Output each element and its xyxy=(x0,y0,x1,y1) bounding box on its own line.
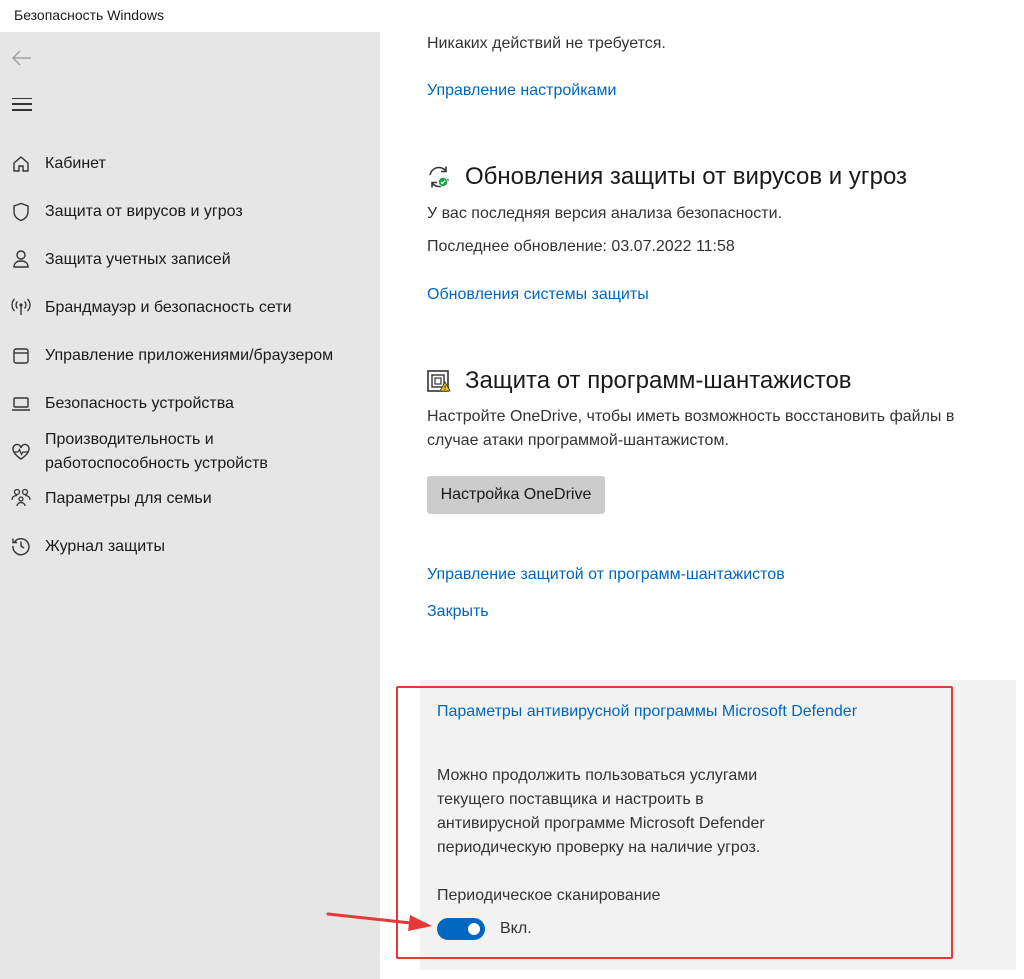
setup-onedrive-button[interactable]: Настройка OneDrive xyxy=(427,476,605,514)
sidebar-item-label-line1: Производительность и xyxy=(45,431,214,448)
main-content: Никаких действий не требуется. Управлени… xyxy=(380,32,1024,979)
status-text: Никаких действий не требуется. xyxy=(427,35,666,52)
laptop-icon xyxy=(10,393,32,415)
sidebar-item-label: Управление приложениями/браузером xyxy=(45,347,334,364)
shield-icon xyxy=(10,201,32,223)
wifi-antenna-icon xyxy=(10,296,32,318)
history-icon xyxy=(10,535,32,557)
updates-last-update: Последнее обновление: 03.07.2022 11:58 xyxy=(427,238,735,255)
updates-line1: У вас последняя версия анализа безопасно… xyxy=(427,205,783,222)
sidebar-item-firewall[interactable]: Брандмауэр и безопасность сети xyxy=(0,296,380,320)
update-sync-icon xyxy=(429,166,449,188)
defender-desc-line3: антивирусной программе Microsoft Defende… xyxy=(437,815,765,832)
app-window-icon xyxy=(10,345,32,367)
ransomware-heading: Защита от программ-шантажистов xyxy=(465,367,852,394)
protection-updates-link[interactable]: Обновления системы защиты xyxy=(427,284,649,306)
hamburger-icon xyxy=(12,97,32,111)
sidebar-item-label: Кабинет xyxy=(45,155,106,172)
sidebar-item-device-performance[interactable]: Производительность и работоспособность у… xyxy=(0,428,380,476)
menu-button[interactable] xyxy=(8,90,36,118)
sidebar-item-label: Защита учетных записей xyxy=(45,251,231,268)
sidebar-item-label-line2: работоспособность устройств xyxy=(45,455,268,472)
home-icon xyxy=(10,153,32,175)
back-button[interactable] xyxy=(8,44,36,72)
sidebar-item-label: Защита от вирусов и угроз xyxy=(45,203,243,220)
family-icon xyxy=(10,487,32,509)
window-title: Безопасность Windows xyxy=(14,7,164,23)
sidebar-item-app-browser[interactable]: Управление приложениями/браузером xyxy=(0,344,380,368)
back-arrow-icon xyxy=(12,50,31,66)
sidebar-item-protection-history[interactable]: Журнал защиты xyxy=(0,535,380,559)
defender-desc-line1: Можно продолжить пользоваться услугами xyxy=(437,767,758,784)
sidebar-item-account-protection[interactable]: Защита учетных записей xyxy=(0,248,380,272)
manage-ransomware-link[interactable]: Управление защитой от программ-шантажист… xyxy=(427,564,785,586)
close-link[interactable]: Закрыть xyxy=(427,601,489,623)
sidebar-item-device-security[interactable]: Безопасность устройства xyxy=(0,392,380,416)
manage-settings-link[interactable]: Управление настройками xyxy=(427,80,616,102)
periodic-scan-label: Периодическое сканирование xyxy=(437,887,661,904)
heart-pulse-icon xyxy=(10,441,32,463)
defender-desc-line2: текущего поставщика и настроить в xyxy=(437,791,704,808)
sidebar-item-virus-protection[interactable]: Защита от вирусов и угроз xyxy=(0,200,380,224)
sidebar-item-family[interactable]: Параметры для семьи xyxy=(0,487,380,511)
sidebar-item-label: Брандмауэр и безопасность сети xyxy=(45,299,292,316)
annotation-arrow xyxy=(326,912,432,931)
sidebar-item-label: Параметры для семьи xyxy=(45,490,212,507)
ransomware-desc-line1: Настройте OneDrive, чтобы иметь возможно… xyxy=(427,408,955,425)
sidebar-item-label: Безопасность устройства xyxy=(45,395,234,412)
updates-heading: Обновления защиты от вирусов и угроз xyxy=(465,163,908,190)
person-icon xyxy=(10,248,32,270)
defender-desc-line4: периодическую проверку на наличие угроз. xyxy=(437,839,761,856)
periodic-scan-toggle[interactable] xyxy=(437,918,485,940)
ransomware-desc-line2: случае атаки программой-шантажистом. xyxy=(427,432,729,449)
title-bar: Безопасность Windows xyxy=(0,0,1024,32)
toggle-state-label: Вкл. xyxy=(500,920,532,937)
toggle-knob xyxy=(468,923,480,935)
ransomware-folder-icon xyxy=(427,370,451,392)
defender-options-link[interactable]: Параметры антивирусной программы Microso… xyxy=(437,701,857,723)
sidebar-item-home[interactable]: Кабинет xyxy=(0,152,380,176)
sidebar-item-label: Журнал защиты xyxy=(45,538,165,555)
sidebar: Кабинет Защита от вирусов и угроз Защита… xyxy=(0,32,380,979)
